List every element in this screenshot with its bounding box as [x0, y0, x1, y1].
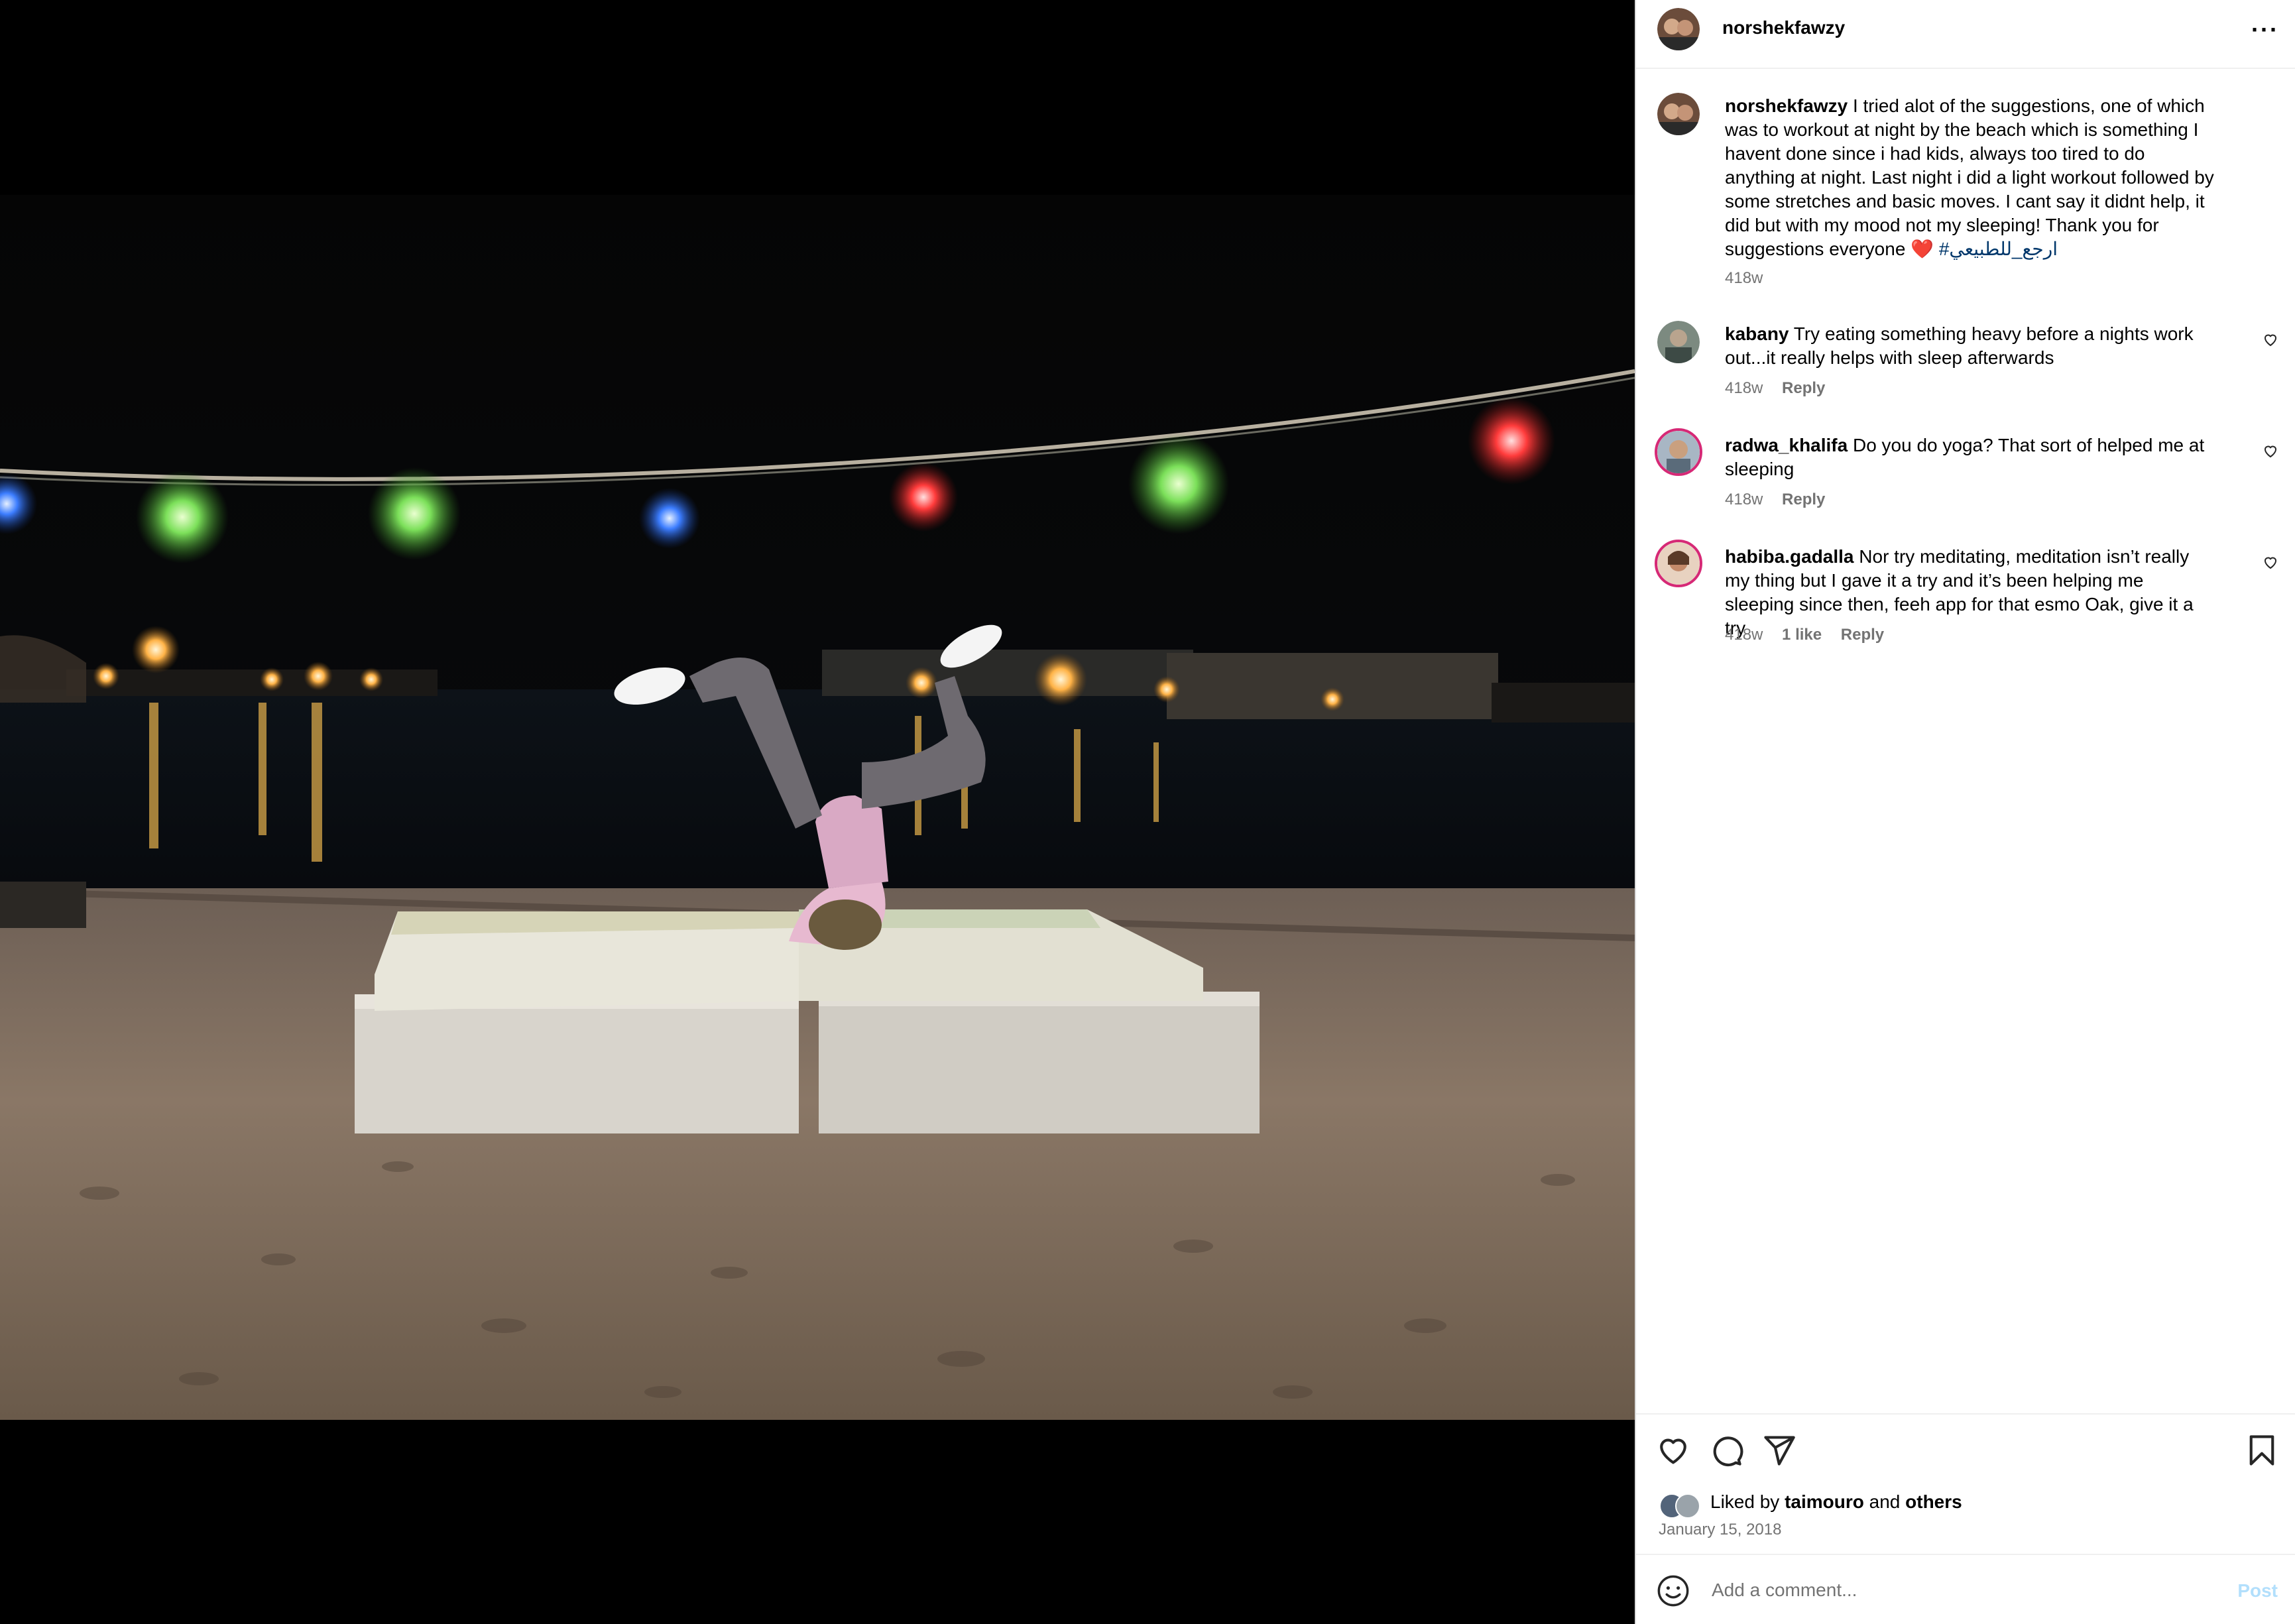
- caption-username[interactable]: norshekfawzy: [1725, 95, 1848, 116]
- comment-time[interactable]: 418w: [1725, 491, 1763, 508]
- liked-by-prefix: Liked by: [1710, 1491, 1780, 1512]
- emoji-icon[interactable]: [1656, 1574, 1690, 1608]
- bookmark-icon[interactable]: [2245, 1433, 2279, 1468]
- caption-text: norshekfawzy I tried alot of the suggest…: [1725, 94, 2215, 261]
- comment-time[interactable]: 418w: [1725, 626, 1763, 644]
- liked-by-text: Liked by taimouro and others: [1710, 1491, 1962, 1513]
- comment-likes-count[interactable]: 1 like: [1782, 626, 1822, 644]
- avatar[interactable]: [1657, 8, 1700, 50]
- liked-by-user[interactable]: taimouro: [1785, 1491, 1864, 1512]
- post-username[interactable]: norshekfawzy: [1722, 17, 1845, 38]
- comment-username[interactable]: habiba.gadalla: [1725, 546, 1854, 567]
- comment-avatar[interactable]: [1655, 428, 1702, 476]
- heart-icon[interactable]: [1656, 1433, 1690, 1468]
- comment-avatar[interactable]: [1657, 321, 1700, 363]
- post-image[interactable]: [0, 0, 1635, 1624]
- likers-avatars[interactable]: [1659, 1493, 1712, 1519]
- comment-avatar[interactable]: [1655, 540, 1702, 587]
- post-sidebar: norshekfawzy ··· norshekfawzy I tried al…: [1635, 0, 2295, 1624]
- caption-time[interactable]: 418w: [1725, 269, 1763, 287]
- share-icon[interactable]: [1762, 1433, 1796, 1468]
- comment-text: radwa_khalifa Do you do yoga? That sort …: [1725, 434, 2215, 481]
- liked-by-others[interactable]: others: [1905, 1491, 1962, 1512]
- comments-list: norshekfawzy I tried alot of the suggest…: [1636, 69, 2295, 1409]
- comment-meta: 418w Reply: [1725, 379, 1840, 398]
- comment-body: Try eating something heavy before a nigh…: [1725, 323, 2194, 368]
- comment-time[interactable]: 418w: [1725, 379, 1763, 397]
- reply-button[interactable]: Reply: [1782, 491, 1825, 508]
- comment-username[interactable]: kabany: [1725, 323, 1789, 344]
- caption-avatar[interactable]: [1657, 93, 1700, 135]
- comment-meta: 418w 1 like Reply: [1725, 626, 1899, 644]
- comment-like-icon[interactable]: [2262, 331, 2279, 347]
- comment-username[interactable]: radwa_khalifa: [1725, 435, 1848, 455]
- comment-like-icon[interactable]: [2262, 554, 2279, 570]
- comment-like-icon[interactable]: [2262, 443, 2279, 459]
- more-icon[interactable]: ···: [2251, 18, 2279, 42]
- reply-button[interactable]: Reply: [1841, 626, 1884, 644]
- post-header: norshekfawzy ···: [1636, 0, 2295, 69]
- post-button[interactable]: Post: [2237, 1580, 2278, 1601]
- post-date[interactable]: January 15, 2018: [1659, 1521, 1781, 1539]
- reply-button[interactable]: Reply: [1782, 379, 1825, 397]
- caption-meta: 418w: [1725, 269, 1777, 288]
- comment-icon[interactable]: [1709, 1433, 1743, 1468]
- night-beach-handstand-photo: [0, 0, 1635, 1624]
- add-comment-bar: Post: [1636, 1554, 2295, 1624]
- heart-emoji: ❤️: [1911, 239, 1934, 259]
- caption-body: I tried alot of the suggestions, one of …: [1725, 95, 2214, 259]
- post-actions: Liked by taimouro and others January 15,…: [1636, 1413, 2295, 1552]
- liked-by-and: and: [1869, 1491, 1901, 1512]
- comment-input[interactable]: [1710, 1575, 2137, 1605]
- hashtag-link[interactable]: #ارجع_للطبيعي: [1939, 239, 2058, 259]
- comment-meta: 418w Reply: [1725, 491, 1840, 509]
- comment-text: kabany Try eating something heavy before…: [1725, 322, 2215, 370]
